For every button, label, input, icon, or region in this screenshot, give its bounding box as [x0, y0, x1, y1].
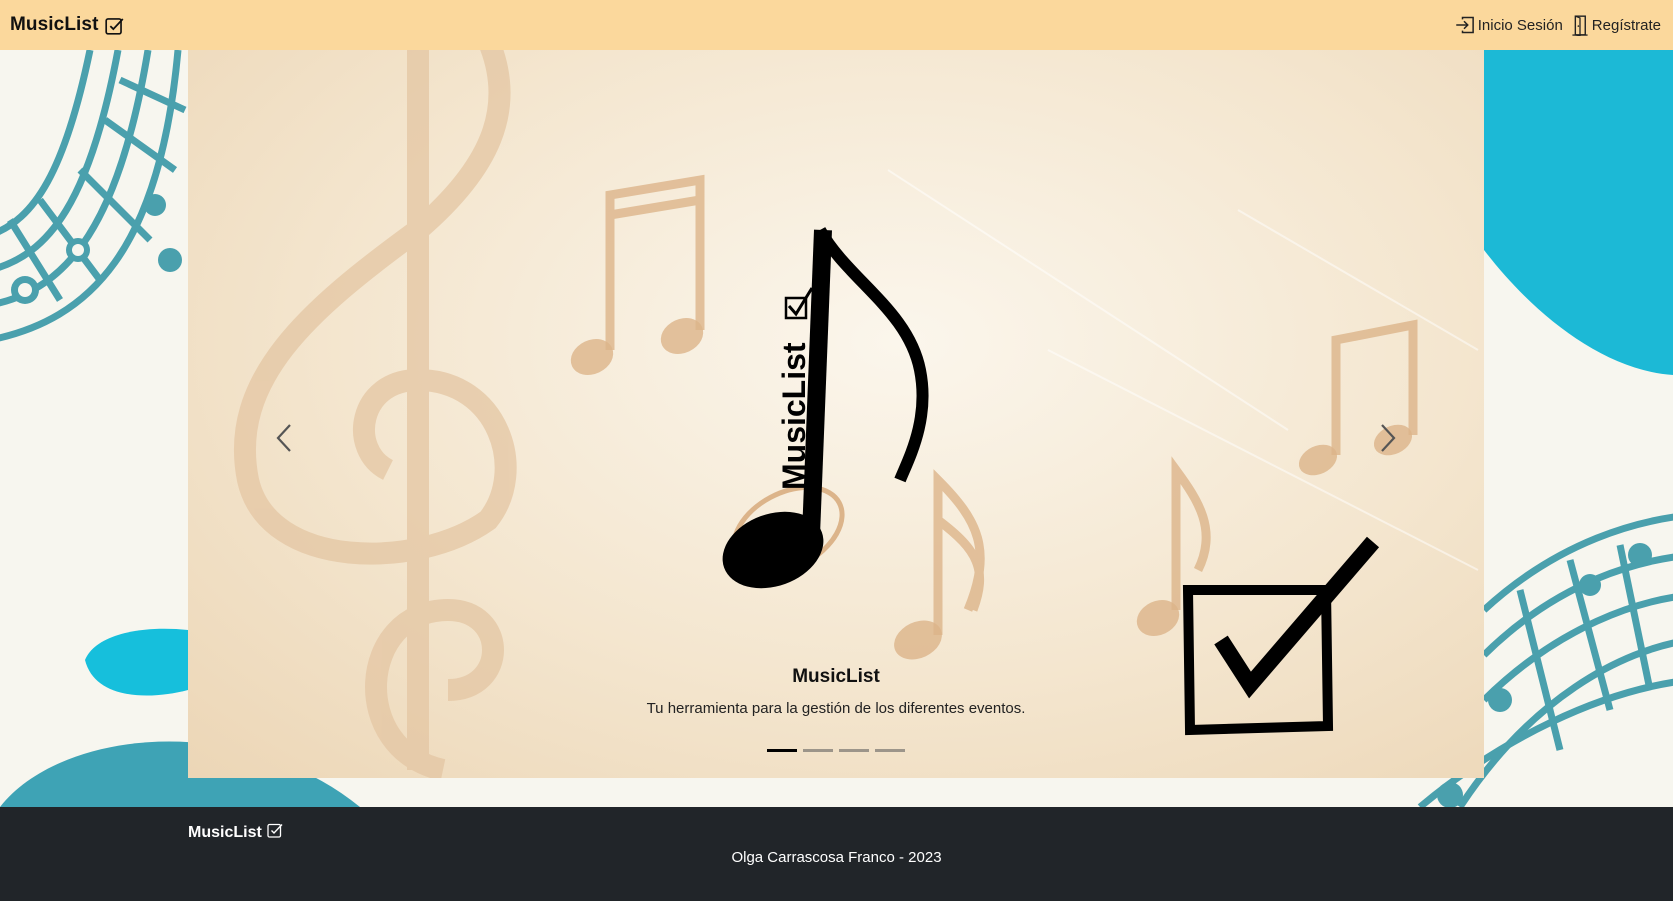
login-link[interactable]: Inicio Sesión	[1455, 15, 1563, 35]
footer-brand-name: MusicList	[188, 823, 262, 841]
brand-name: MusicList	[10, 14, 99, 35]
carousel-indicator-4[interactable]	[875, 749, 905, 752]
check-square-icon	[104, 16, 124, 35]
carousel-indicator-3[interactable]	[839, 749, 869, 752]
brand-link[interactable]: MusicList	[10, 14, 124, 36]
carousel-caption: MusicList Tu herramienta para la gestión…	[188, 666, 1484, 717]
chevron-right-icon	[1377, 422, 1399, 459]
beige-notes-art	[570, 318, 1413, 660]
box-arrow-in-right-icon	[1455, 15, 1475, 35]
nav-links: Inicio Sesión Regístrate	[1455, 14, 1661, 36]
carousel-indicator-1[interactable]	[767, 749, 797, 752]
carousel-indicators	[188, 749, 1484, 752]
register-label: Regístrate	[1591, 16, 1661, 34]
caption-title: MusicList	[792, 666, 880, 687]
register-link[interactable]: Regístrate	[1571, 14, 1661, 36]
check-square-icon	[267, 822, 283, 843]
logo-text: MusicList	[776, 342, 812, 490]
blob-top-right	[1484, 50, 1673, 375]
login-label: Inicio Sesión	[1477, 16, 1563, 34]
caption-text: Tu herramienta para la gestión de los di…	[646, 700, 1026, 717]
footer: MusicList Olga Carrascosa Franco - 2023	[0, 807, 1673, 901]
navbar: MusicList Inicio Sesión Regístrate	[0, 0, 1673, 50]
footer-brand-link[interactable]: MusicList	[188, 822, 283, 843]
blob-bottom-left	[85, 628, 188, 696]
carousel-next-button[interactable]	[1358, 410, 1418, 470]
door-open-icon	[1571, 14, 1589, 36]
carousel-indicator-2[interactable]	[803, 749, 833, 752]
footer-copyright: Olga Carrascosa Franco - 2023	[731, 849, 942, 866]
carousel-prev-button[interactable]	[254, 410, 314, 470]
music-note-logo-art: MusicList	[722, 226, 929, 589]
hero-carousel: MusicList MusicList Tu herramienta para …	[188, 50, 1484, 778]
chevron-left-icon	[273, 422, 295, 459]
